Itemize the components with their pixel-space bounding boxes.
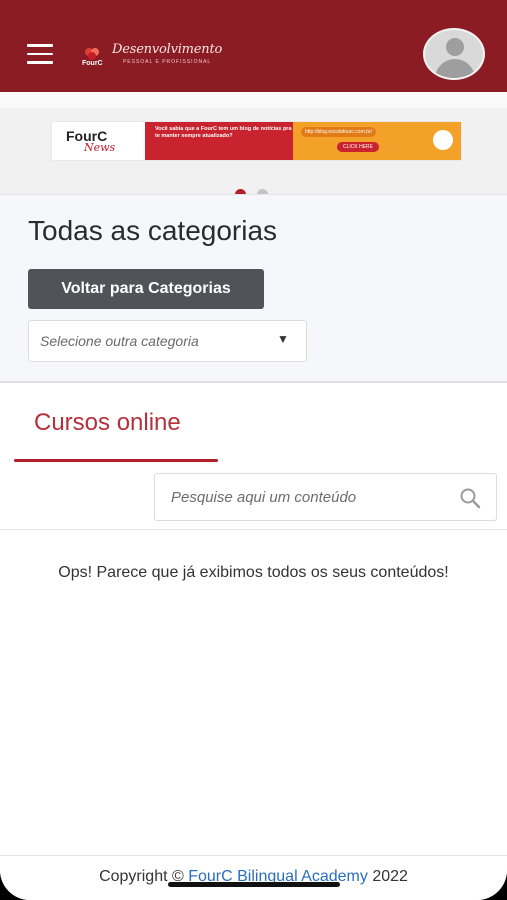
- category-select-placeholder: Selecione outra categoria: [40, 333, 199, 349]
- caret-down-icon: ▼: [277, 332, 289, 346]
- banner-url: http://blog.escolafourc.com.br/: [301, 127, 376, 137]
- category-select[interactable]: Selecione outra categoria ▼: [28, 320, 307, 362]
- news-banner[interactable]: FourC News Você sabia que a FourC tem um…: [52, 122, 461, 160]
- empty-state-message: Ops! Parece que já exibimos todos os seu…: [58, 564, 449, 581]
- app-header: FourC Desenvolvimento PESSOAL E PROFISSI…: [0, 0, 507, 92]
- brand-script-text: Desenvolvimento: [112, 42, 223, 57]
- back-to-categories-button[interactable]: Voltar para Categorias: [28, 269, 264, 309]
- page-title: Todas as categorias: [28, 215, 278, 246]
- banner-cta-panel: http://blog.escolafourc.com.br/ CLICK HE…: [293, 122, 461, 160]
- brand-script: Desenvolvimento PESSOAL E PROFISSIONAL: [112, 42, 223, 68]
- fourc-mark-icon: FourC: [82, 46, 103, 67]
- search-icon[interactable]: [459, 487, 481, 509]
- brand-logo[interactable]: FourC Desenvolvimento PESSOAL E PROFISSI…: [82, 42, 223, 68]
- copyright-year: 2022: [372, 868, 408, 885]
- banner-cta-button[interactable]: CLICK HERE: [337, 142, 380, 152]
- app-screen: FourC Desenvolvimento PESSOAL E PROFISSI…: [0, 0, 507, 900]
- fourc-badge-icon: [433, 130, 453, 150]
- banner-logo: FourC News: [52, 122, 145, 160]
- banner-logo-script: News: [84, 141, 116, 154]
- tab-cursos-online[interactable]: Cursos online: [34, 409, 181, 437]
- brand-short: FourC: [82, 60, 103, 67]
- footer: Copyright © FourC Bilingual Academy 2022: [0, 855, 507, 900]
- search-box: [154, 473, 497, 521]
- content-divider: [0, 529, 507, 530]
- menu-icon[interactable]: [27, 44, 53, 64]
- home-indicator[interactable]: [168, 882, 340, 887]
- category-section: Todas as categorias Voltar para Categori…: [0, 194, 507, 383]
- search-input[interactable]: [155, 474, 445, 520]
- banner-message: Você sabia que a FourC tem um blog de no…: [155, 126, 292, 139]
- avatar[interactable]: [423, 28, 485, 80]
- brand-subtitle: PESSOAL E PROFISSIONAL: [122, 59, 212, 65]
- tab-active-indicator: [14, 459, 218, 462]
- banner-carousel: FourC News Você sabia que a FourC tem um…: [0, 92, 507, 200]
- banner-message-panel: Você sabia que a FourC tem um blog de no…: [145, 122, 461, 160]
